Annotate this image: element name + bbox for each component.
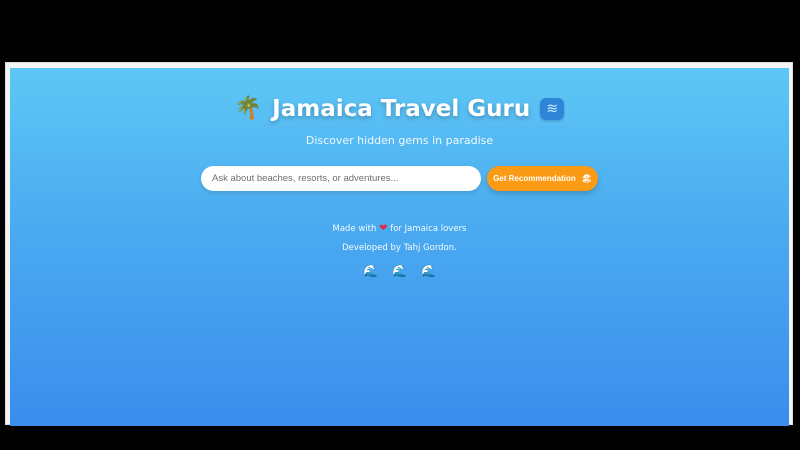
page-viewport: 🌴 Jamaica Travel Guru ≋ Discover hidden …	[10, 68, 789, 426]
get-recommendation-button[interactable]: Get Recommendation 🏖	[487, 166, 598, 191]
button-label: Get Recommendation	[493, 174, 576, 183]
made-with-text: Made with ❤ for Jamaica lovers	[10, 223, 789, 234]
beach-umbrella-icon: 🏖	[581, 174, 592, 183]
header: 🌴 Jamaica Travel Guru ≋	[10, 96, 789, 122]
wave-icon: 🌊	[363, 264, 379, 278]
water-wave-icon: ≋	[540, 98, 565, 120]
search-form: Get Recommendation 🏖	[201, 166, 598, 191]
search-input[interactable]	[201, 166, 481, 191]
browser-frame: 🌴 Jamaica Travel Guru ≋ Discover hidden …	[5, 62, 793, 426]
heart-icon: ❤	[379, 223, 388, 234]
wave-decoration: 🌊 🌊 🌊	[10, 265, 789, 277]
palm-tree-icon: 🌴	[234, 96, 263, 121]
wave-icon: 🌊	[392, 264, 407, 278]
wave-icon: 🌊	[420, 264, 436, 278]
made-with-suffix: for Jamaica lovers	[390, 224, 467, 234]
subtitle: Discover hidden gems in paradise	[305, 134, 494, 147]
developer-credit: Developed by Tahj Gordon.	[342, 243, 457, 253]
page-title: Jamaica Travel Guru	[272, 96, 531, 122]
made-with-prefix: Made with	[332, 224, 377, 234]
